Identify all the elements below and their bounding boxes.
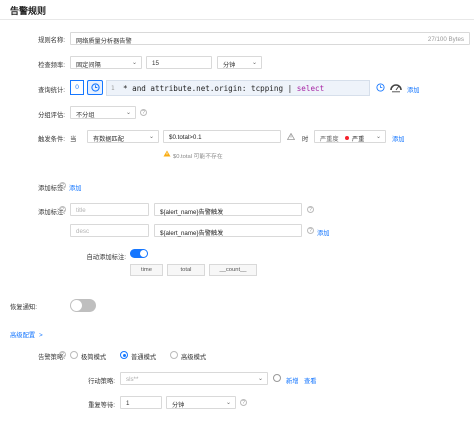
query-editor[interactable]: 1 * and attribute.net.origin: tcpping | … — [106, 80, 370, 96]
gauge-icon[interactable] — [389, 81, 403, 93]
warning-icon — [163, 150, 171, 157]
annotations-add-link[interactable]: 添加 — [317, 228, 330, 237]
annotation-value: ${alert_name}告警触发 — [160, 230, 224, 237]
alert-policy-label: 告警策略: — [38, 354, 65, 361]
trigger-then-text: 时 — [302, 136, 309, 143]
action-policy-new-link[interactable]: 新增 — [286, 376, 299, 385]
action-policy-view-link[interactable]: 查看 — [304, 376, 317, 385]
action-policy-value: sls** — [126, 376, 139, 383]
severity-label: 严重度 — [320, 136, 339, 143]
query-code-keyword: select — [296, 84, 325, 93]
repeat-wait-unit: 分钟 — [172, 402, 185, 409]
rule-name-value: 网络质量分析器告警 — [76, 38, 132, 45]
refresh-icon[interactable] — [273, 374, 281, 382]
query-index-badge[interactable]: 0 — [70, 80, 84, 95]
frequency-value: 15 — [152, 60, 159, 67]
repeat-wait-unit-select[interactable]: 分钟 ⌄ — [166, 396, 236, 409]
frequency-value-input[interactable]: 15 — [146, 56, 212, 69]
severity-select[interactable]: 严重度 严重 ⌄ — [314, 130, 386, 143]
dialog-title: 告警规则 — [10, 6, 47, 16]
annotation-value-input[interactable]: ${alert_name}告警触发 — [154, 203, 302, 216]
trigger-match-select[interactable]: 有数据匹配 ⌄ — [87, 130, 159, 143]
help-icon[interactable]: ? — [59, 351, 66, 358]
frequency-label: 检查频率: — [38, 62, 65, 69]
tags-add-link[interactable]: 添加 — [69, 183, 82, 192]
chevron-right-icon: > — [38, 332, 43, 339]
warning-icon — [286, 132, 296, 140]
grouping-select[interactable]: 不分组 ⌄ — [70, 106, 136, 119]
repeat-wait-label: 重复等待: — [88, 402, 115, 409]
trigger-warning-text: $0.total 可能不存在 — [173, 154, 223, 160]
trigger-when-text: 当 — [70, 136, 77, 143]
recovery-toggle[interactable] — [70, 299, 96, 312]
rule-name-counter: 27/100 Bytes — [427, 36, 464, 43]
help-icon[interactable]: ? — [307, 227, 314, 234]
trigger-match-value: 有数据匹配 — [93, 136, 124, 143]
radio-simple-mode-label: 极简模式 — [81, 354, 107, 361]
trigger-expression-input[interactable]: $0.total>0.1 — [163, 130, 281, 143]
query-code-prefix: * and attribute.net.origin: tcpping | — [123, 84, 297, 93]
rule-name-input[interactable]: 网络质量分析器告警 27/100 Bytes — [70, 32, 470, 45]
clock-icon — [91, 83, 100, 92]
help-icon[interactable]: ? — [59, 182, 66, 189]
trigger-add-link[interactable]: 添加 — [392, 134, 405, 143]
advanced-config-link[interactable]: 高级配置 > — [10, 330, 43, 339]
help-icon[interactable]: ? — [140, 109, 147, 116]
query-label: 查询统计: — [38, 87, 65, 94]
annotation-key-placeholder: desc — [76, 228, 90, 235]
advanced-config-label: 高级配置 — [10, 332, 36, 339]
query-clock-icon[interactable] — [376, 83, 385, 92]
chevron-down-icon: ⌄ — [148, 134, 154, 140]
annotation-key-input[interactable]: desc — [70, 224, 149, 237]
radio-normal-mode-label: 普通模式 — [131, 354, 157, 361]
auto-annotation-toggle[interactable] — [130, 249, 148, 258]
frequency-unit-value: 分钟 — [223, 62, 236, 69]
chevron-down-icon: ⌄ — [251, 60, 257, 66]
frequency-unit-select[interactable]: 分钟 ⌄ — [217, 56, 262, 69]
trigger-expression-value: $0.total>0.1 — [169, 134, 202, 141]
auto-annotation-tag: time — [130, 264, 163, 276]
repeat-wait-input[interactable]: 1 — [120, 396, 162, 409]
toggle-knob — [140, 250, 147, 257]
radio-simple-mode[interactable] — [70, 351, 78, 359]
radio-advanced-mode-label: 高级模式 — [181, 354, 207, 361]
annotations-label: 添加标注: — [38, 209, 65, 216]
action-policy-label: 行动策略: — [88, 378, 115, 385]
frequency-mode-value: 固定间隔 — [76, 62, 101, 69]
chevron-down-icon: ⌄ — [257, 376, 263, 382]
auto-annotation-tag: __count__ — [209, 264, 257, 276]
query-time-button[interactable] — [87, 80, 103, 95]
tags-label: 添加标签: — [38, 185, 65, 192]
dialog-header: 告警规则 — [0, 0, 474, 20]
chevron-down-icon: ⌄ — [125, 110, 131, 116]
repeat-wait-value: 1 — [126, 400, 130, 407]
query-add-link[interactable]: 添加 — [407, 85, 420, 94]
query-line-number: 1 — [111, 85, 115, 92]
action-policy-select[interactable]: sls** ⌄ — [120, 372, 268, 385]
chevron-down-icon: ⌄ — [375, 134, 381, 140]
grouping-value: 不分组 — [76, 112, 95, 119]
help-icon[interactable]: ? — [59, 206, 66, 213]
radio-advanced-mode[interactable] — [170, 351, 178, 359]
chevron-down-icon: ⌄ — [131, 60, 137, 66]
toggle-knob — [71, 300, 82, 311]
recovery-label: 恢复通知: — [10, 304, 37, 311]
chevron-down-icon: ⌄ — [225, 400, 231, 406]
annotation-key-placeholder: title — [76, 207, 86, 214]
query-code: * and attribute.net.origin: tcpping | se… — [123, 84, 324, 93]
trigger-label: 触发条件: — [38, 136, 65, 143]
help-icon[interactable]: ? — [307, 206, 314, 213]
radio-normal-mode[interactable] — [120, 351, 128, 359]
annotation-key-input[interactable]: title — [70, 203, 149, 216]
annotation-value-input[interactable]: ${alert_name}告警触发 — [154, 224, 302, 237]
grouping-label: 分组评估: — [38, 112, 65, 119]
severity-dot — [345, 136, 349, 140]
auto-annotation-tag: total — [167, 264, 205, 276]
frequency-mode-select[interactable]: 固定间隔 ⌄ — [70, 56, 142, 69]
rule-name-label: 规则名称: — [38, 37, 65, 44]
severity-value: 严重 — [352, 136, 365, 143]
auto-annotation-label: 自动添加标注: — [86, 254, 126, 261]
annotation-value: ${alert_name}告警触发 — [160, 209, 224, 216]
help-icon[interactable]: ? — [240, 399, 247, 406]
